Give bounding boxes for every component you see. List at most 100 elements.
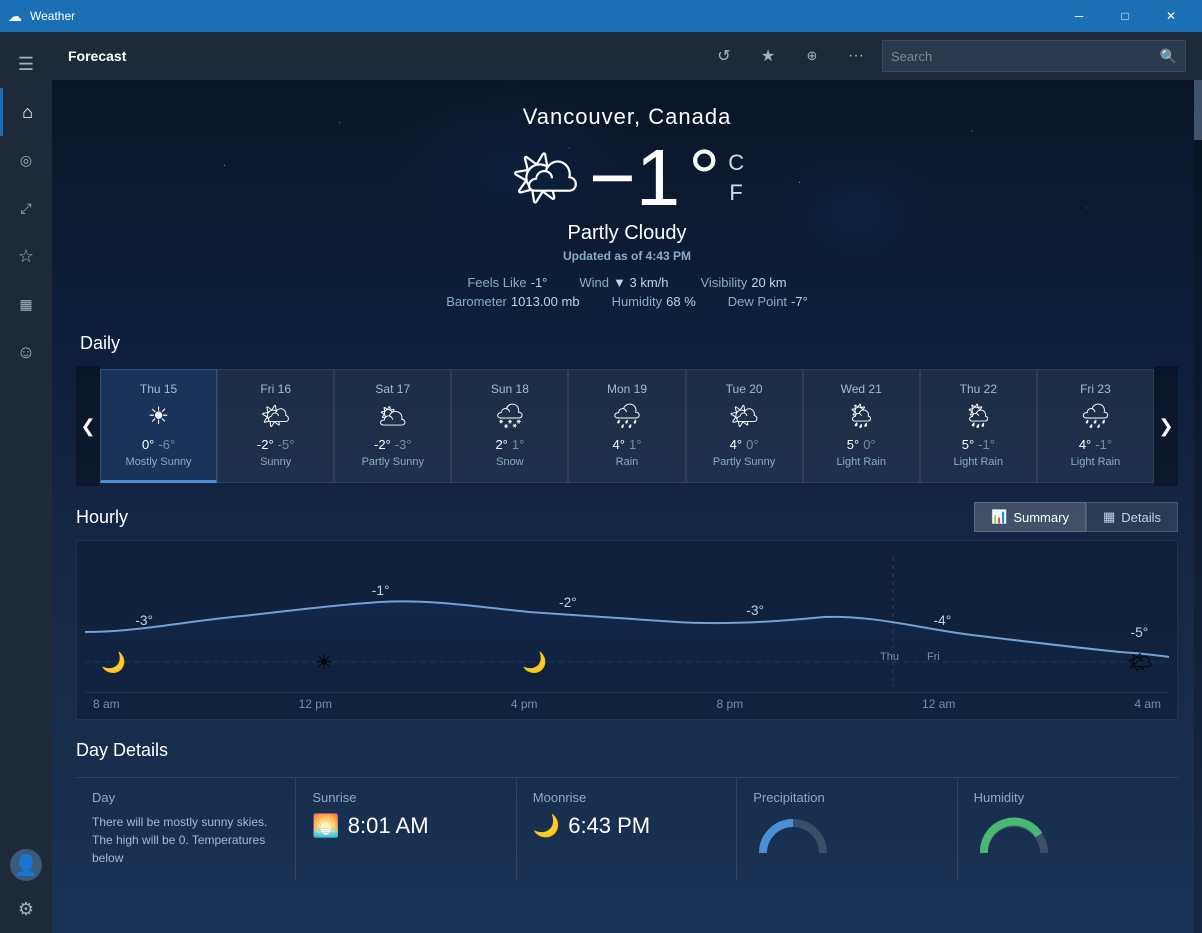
sidebar-item-maps[interactable]: ⤢ — [0, 184, 52, 232]
hourly-title: Hourly — [76, 507, 974, 528]
daily-card-3[interactable]: Sun 18 🌨 2° 1° Snow — [451, 369, 568, 483]
day-name-6: Wed 21 — [841, 382, 882, 396]
daily-card-2[interactable]: Sat 17 🌥 -2° -3° Partly Sunny — [334, 369, 451, 483]
search-icon: 🔍 — [1160, 48, 1177, 65]
daily-title: Daily — [76, 333, 1178, 354]
sunrise-col-title: Sunrise — [312, 790, 499, 805]
weather-details-row-2: Barometer 1013.00 mb Humidity 68 % Dew P… — [446, 294, 808, 309]
daily-card-8[interactable]: Fri 23 🌧 4° -1° Light Rain — [1037, 369, 1154, 483]
window-controls: ─ □ ✕ — [1056, 0, 1194, 32]
day-condition-0: Mostly Sunny — [126, 456, 192, 468]
weather-details: Feels Like -1° Wind ▼ 3 km/h Visibility … — [76, 275, 1178, 309]
svg-text:-4°: -4° — [933, 612, 951, 628]
daily-next-button[interactable]: ❯ — [1154, 366, 1178, 486]
day-condition-3: Snow — [496, 456, 524, 468]
unit-c[interactable]: C — [728, 150, 744, 176]
app-container: ☰ ⌂ ◎ ⤢ ☆ ▦ ☺ 👤 ⚙ Forecast ↺ ★ ⊕ ··· 🔍 — [0, 32, 1202, 933]
unit-f[interactable]: F — [728, 180, 744, 206]
day-high-5: 4° — [730, 437, 742, 452]
day-temps-7: 5° -1° — [962, 437, 995, 452]
search-box: 🔍 — [882, 40, 1186, 72]
dew-point-value: -7° — [791, 294, 808, 309]
sidebar-item-favorites[interactable]: ☆ — [0, 232, 52, 280]
day-low-1: -5° — [278, 437, 295, 452]
visibility-value: 20 km — [751, 275, 786, 290]
daily-card-6[interactable]: Wed 21 🌦 5° 0° Light Rain — [803, 369, 920, 483]
day-name-3: Sun 18 — [491, 382, 529, 396]
hourly-icon-2: 🌙 — [522, 650, 547, 675]
app-icon: ☁ — [8, 8, 22, 25]
search-input[interactable] — [891, 49, 1160, 64]
favorite-button[interactable]: ★ — [750, 38, 786, 74]
sunrise-main: 🌅 8:01 AM — [312, 813, 499, 839]
chart-time-row: 8 am 12 pm 4 pm 8 pm 12 am 4 am — [85, 692, 1169, 715]
day-low-3: 1° — [512, 437, 524, 452]
maximize-button[interactable]: □ — [1102, 0, 1148, 32]
app-title: Weather — [30, 9, 1056, 23]
precipitation-gauge — [753, 813, 833, 863]
moonrise-icon: 🌙 — [533, 813, 560, 839]
minimize-button[interactable]: ─ — [1056, 0, 1102, 32]
sidebar-item-settings[interactable]: ⚙ — [0, 885, 52, 933]
daily-card-5[interactable]: Tue 20 🌤 4° 0° Partly Sunny — [686, 369, 803, 483]
day-col-title: Day — [92, 790, 279, 805]
sidebar-item-avatar[interactable]: 👤 — [10, 849, 42, 881]
day-detail-col-humidity: Humidity — [958, 778, 1178, 880]
day-divider-labels: Thu Fri — [880, 651, 940, 663]
fri-label: Fri — [927, 651, 940, 663]
daily-prev-button[interactable]: ❮ — [76, 366, 100, 486]
feels-like-label: Feels Like — [467, 275, 526, 290]
day-low-2: -3° — [395, 437, 412, 452]
day-condition-7: Light Rain — [954, 456, 1004, 468]
day-condition-1: Sunny — [260, 456, 291, 468]
temp-display: 🌤 −1 ° C F — [76, 138, 1178, 218]
day-details-grid: Day There will be mostly sunny skies. Th… — [76, 777, 1178, 880]
sunrise-time: 8:01 AM — [348, 813, 429, 839]
sidebar-item-emoji[interactable]: ☺ — [0, 328, 52, 376]
pin-button[interactable]: ⊕ — [794, 38, 830, 74]
day-high-1: -2° — [257, 437, 274, 452]
hourly-section: Hourly 📊 Summary ▦ Details — [76, 486, 1178, 720]
sidebar-item-home[interactable]: ⌂ — [0, 88, 52, 136]
day-high-8: 4° — [1079, 437, 1091, 452]
weather-main[interactable]: Vancouver, Canada 🌤 −1 ° C F Partly Clou… — [52, 80, 1202, 933]
daily-card-1[interactable]: Fri 16 🌤 -2° -5° Sunny — [217, 369, 334, 483]
daily-card-7[interactable]: Thu 22 🌦 5° -1° Light Rain — [920, 369, 1037, 483]
hourly-icon-0: 🌙 — [101, 650, 126, 675]
chart-icon: 📊 — [991, 509, 1007, 525]
sidebar-item-news[interactable]: ▦ — [0, 280, 52, 328]
svg-text:-3°: -3° — [135, 612, 153, 628]
day-temps-0: 0° -6° — [142, 437, 175, 452]
day-low-4: 1° — [629, 437, 641, 452]
sidebar-item-radar[interactable]: ◎ — [0, 136, 52, 184]
sidebar-item-menu[interactable]: ☰ — [0, 40, 52, 88]
day-detail-col-precipitation: Precipitation — [737, 778, 957, 880]
day-temps-8: 4° -1° — [1079, 437, 1112, 452]
svg-text:-5°: -5° — [1131, 624, 1149, 640]
daily-card-0[interactable]: Thu 15 ☀ 0° -6° Mostly Sunny — [100, 369, 217, 483]
humidity-label: Humidity — [612, 294, 663, 309]
visibility: Visibility 20 km — [701, 275, 787, 290]
moonrise-col-title: Moonrise — [533, 790, 720, 805]
day-condition-6: Light Rain — [836, 456, 886, 468]
feels-like: Feels Like -1° — [467, 275, 547, 290]
svg-text:-2°: -2° — [559, 594, 577, 610]
more-button[interactable]: ··· — [838, 38, 874, 74]
details-label: Details — [1121, 510, 1161, 525]
day-icon-2: 🌥 — [378, 402, 408, 431]
daily-card-4[interactable]: Mon 19 🌧 4° 1° Rain — [568, 369, 685, 483]
day-icon-1: 🌤 — [260, 402, 290, 431]
details-icon: ▦ — [1103, 509, 1115, 525]
refresh-button[interactable]: ↺ — [706, 38, 742, 74]
time-8am: 8 am — [93, 697, 120, 711]
day-high-6: 5° — [847, 437, 859, 452]
day-icon-8: 🌧 — [1080, 402, 1110, 431]
close-button[interactable]: ✕ — [1148, 0, 1194, 32]
details-button[interactable]: ▦ Details — [1086, 502, 1178, 532]
day-icon-4: 🌧 — [612, 402, 642, 431]
feels-like-value: -1° — [531, 275, 548, 290]
summary-button[interactable]: 📊 Summary — [974, 502, 1086, 532]
day-temps-6: 5° 0° — [847, 437, 876, 452]
hourly-icons-row: 🌙 ☀ 🌙 · · 🌤 — [101, 650, 1153, 675]
moonrise-main: 🌙 6:43 PM — [533, 813, 720, 839]
